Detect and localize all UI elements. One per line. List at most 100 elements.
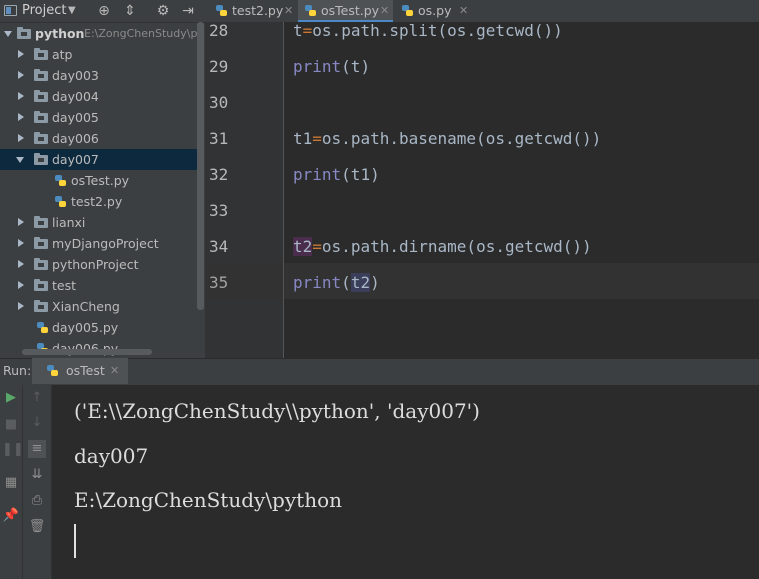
scroll-to-end-icon[interactable]: ⇊ [28, 466, 46, 484]
tree-item-day003[interactable]: day003 [0, 65, 205, 86]
tree-item-mydjangoproject[interactable]: myDjangoProject [0, 233, 205, 254]
chevron-right-icon[interactable] [18, 281, 24, 289]
gutter-separator [283, 22, 284, 358]
folder-icon [34, 90, 48, 102]
tab-test2-py[interactable]: test2.py ✕ [205, 0, 298, 22]
close-icon[interactable]: ✕ [459, 0, 468, 22]
code-token: print [293, 273, 342, 292]
tree-item-xiancheng[interactable]: XianCheng [0, 296, 205, 317]
gear-icon[interactable]: ⚙ [155, 2, 171, 20]
editor-tab-bar: test2.py ✕ osTest.py ✕ os.py ✕ [205, 0, 759, 23]
chevron-right-icon[interactable] [18, 239, 24, 247]
up-arrow-icon[interactable]: ↑ [28, 389, 46, 407]
tree-item-day006[interactable]: day006 [0, 128, 205, 149]
chevron-right-icon[interactable] [18, 260, 24, 268]
chevron-right-icon[interactable] [18, 113, 24, 121]
chevron-down-icon[interactable] [4, 31, 12, 37]
tree-item-atp[interactable]: atp [0, 44, 205, 65]
code-token: = [302, 21, 313, 40]
tab-ostest-py[interactable]: osTest.py ✕ [298, 0, 393, 22]
code-token: . [331, 21, 342, 40]
chevron-right-icon[interactable] [18, 50, 24, 58]
tree-item-label: day004 [52, 89, 99, 104]
folder-icon [34, 216, 48, 228]
project-scrollbar-horizontal[interactable] [22, 349, 152, 355]
line-number: 32 [209, 165, 229, 184]
project-folder-icon [4, 5, 17, 16]
tree-item-label: test [52, 278, 77, 293]
chevron-right-icon[interactable] [18, 92, 24, 100]
console-caret [74, 524, 76, 558]
folder-icon [17, 27, 31, 39]
tab-label: os.py [418, 3, 452, 18]
line-number: 31 [209, 129, 229, 148]
tab-os-py[interactable]: os.py ✕ [393, 0, 473, 22]
tree-item-label: lianxi [52, 215, 86, 230]
chevron-right-icon[interactable] [18, 218, 24, 226]
code-token: . [389, 237, 399, 256]
folder-icon [34, 153, 48, 165]
code-token: ( [476, 129, 486, 148]
line-number: 33 [209, 201, 229, 220]
tree-item-day007[interactable]: day007 [0, 149, 197, 170]
code-line-35[interactable]: print(t2) [293, 273, 380, 293]
folder-icon [34, 48, 48, 60]
code-line-29[interactable]: print(t) [293, 57, 370, 77]
folder-icon [34, 279, 48, 291]
tree-item-day005-py[interactable]: day005.py [0, 317, 205, 338]
tree-item-day005[interactable]: day005 [0, 107, 205, 128]
down-arrow-icon[interactable]: ↓ [28, 414, 46, 432]
close-icon[interactable]: ✕ [110, 364, 119, 377]
code-token: os [321, 129, 342, 148]
code-token: . [341, 129, 351, 148]
tree-root-python[interactable]: python E:\ZongChenStudy\p [0, 23, 205, 44]
stop-icon[interactable]: ■ [2, 416, 20, 434]
chevron-right-icon[interactable] [18, 302, 24, 310]
tree-item-pythonproject[interactable]: pythonProject [0, 254, 205, 275]
code-line-28[interactable]: t=os.path.split(os.getcwd()) [293, 21, 563, 41]
python-file-icon [304, 4, 317, 17]
code-token: path [350, 237, 390, 256]
print-icon[interactable]: ⎙ [28, 492, 46, 510]
code-token: . [495, 237, 505, 256]
rerun-icon[interactable]: ▶ [2, 389, 20, 407]
pause-icon[interactable]: ❚❚ [2, 441, 24, 459]
tree-item-lianxi[interactable]: lianxi [0, 212, 205, 233]
layout-icon[interactable]: ▦ [2, 474, 20, 492]
run-tab-label: osTest [66, 363, 105, 378]
code-token: . [389, 129, 399, 148]
code-line-32[interactable]: print(t1) [293, 165, 380, 185]
hide-icon[interactable]: ⇥ [180, 2, 196, 20]
chevron-right-icon[interactable] [18, 71, 24, 79]
chevron-down-icon[interactable]: ▼ [68, 5, 76, 16]
pin-icon[interactable]: 📌 [2, 507, 20, 525]
project-view-title[interactable]: Project [22, 3, 66, 18]
chevron-down-icon[interactable] [16, 157, 24, 163]
globe-icon[interactable]: ⊕ [96, 2, 112, 20]
code-line-31[interactable]: t1=os.path.basename(os.getcwd()) [293, 129, 601, 149]
tree-item-day004[interactable]: day004 [0, 86, 205, 107]
collapse-icon[interactable]: ⇕ [122, 2, 138, 20]
chevron-right-icon[interactable] [18, 134, 24, 142]
code-token: ()) [572, 129, 602, 148]
code-token: dirname [398, 237, 467, 256]
code-line-34[interactable]: t2=os.path.dirname(os.getcwd()) [293, 237, 592, 257]
python-file-icon [36, 321, 49, 334]
run-toolbar-secondary: ↑ ↓ ≡ ⇊ ⎙ 🗑 [23, 385, 52, 579]
run-toolbar-primary: ▶ ■ ❚❚ ▦ 📌 [0, 385, 24, 579]
trash-icon[interactable]: 🗑 [28, 518, 46, 536]
code-token: t [293, 21, 303, 40]
soft-wrap-icon[interactable]: ≡ [28, 440, 46, 458]
project-scrollbar-vertical[interactable] [197, 22, 204, 310]
tree-item-test2-py[interactable]: test2.py [0, 191, 205, 212]
close-icon[interactable]: ✕ [380, 0, 389, 22]
console-output-line: E:\ZongChenStudy\python [74, 488, 342, 512]
close-icon[interactable]: ✕ [284, 0, 293, 22]
code-token: os [321, 237, 342, 256]
code-token: . [341, 237, 351, 256]
code-token: ) [370, 273, 380, 292]
code-token: basename [398, 129, 477, 148]
tree-item-test[interactable]: test [0, 275, 205, 296]
tree-item-ostest-py[interactable]: osTest.py [0, 170, 205, 191]
code-token: getcwd [504, 237, 563, 256]
